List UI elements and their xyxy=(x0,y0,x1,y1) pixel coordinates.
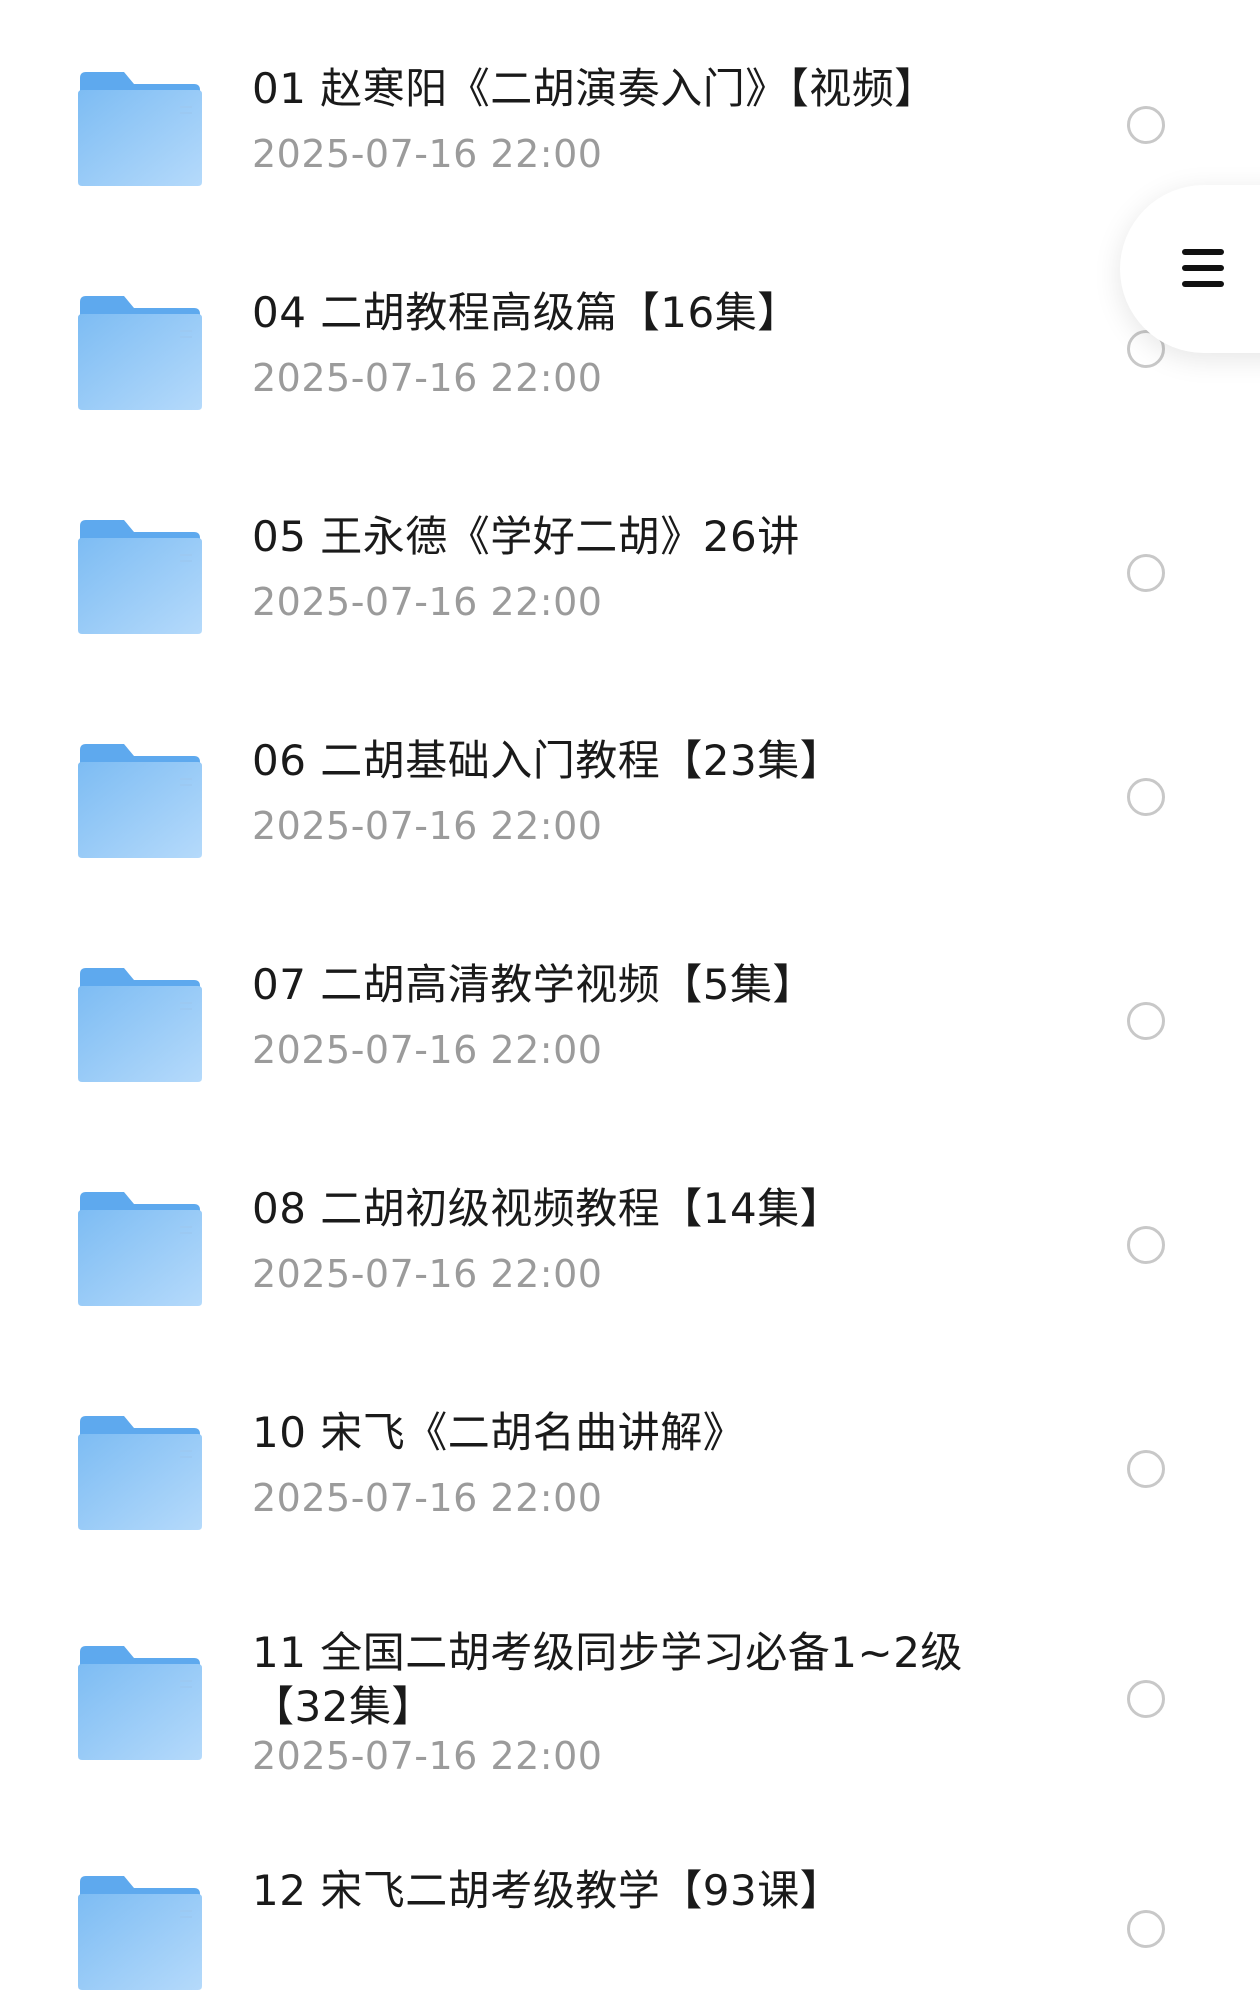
item-date: 2025-07-16 22:00 xyxy=(252,1476,603,1520)
item-title: 01 赵寒阳《二胡演奏入门》【视频】 xyxy=(252,64,937,113)
list-item[interactable]: 10 宋飞《二胡名曲讲解》 2025-07-16 22:00 xyxy=(0,1354,1260,1578)
item-date: 2025-07-16 22:00 xyxy=(252,804,603,848)
list-item[interactable]: 08 二胡初级视频教程【14集】 2025-07-16 22:00 xyxy=(0,1130,1260,1354)
select-radio[interactable] xyxy=(1127,1910,1165,1948)
select-radio[interactable] xyxy=(1127,1226,1165,1264)
folder-icon xyxy=(76,294,204,412)
list-item[interactable]: 06 二胡基础入门教程【23集】 2025-07-16 22:00 xyxy=(0,682,1260,906)
list-item[interactable]: 05 王永德《学好二胡》26讲 2025-07-16 22:00 xyxy=(0,458,1260,682)
item-date: 2025-07-16 22:00 xyxy=(252,1028,603,1072)
item-date: 2025-07-16 22:00 xyxy=(252,132,603,176)
folder-icon xyxy=(76,1644,204,1762)
list-item[interactable]: 11 全国二胡考级同步学习必备1~2级 【32集】 2025-07-16 22:… xyxy=(0,1578,1260,1838)
select-radio[interactable] xyxy=(1127,1002,1165,1040)
item-title: 04 二胡教程高级篇【16集】 xyxy=(252,288,800,337)
item-title: 12 宋飞二胡考级教学【93课】 xyxy=(252,1866,843,1915)
item-title: 10 宋飞《二胡名曲讲解》 xyxy=(252,1408,746,1457)
folder-icon xyxy=(76,518,204,636)
folder-icon xyxy=(76,742,204,860)
item-title: 06 二胡基础入门教程【23集】 xyxy=(252,736,843,785)
item-title: 05 王永德《学好二胡》26讲 xyxy=(252,512,800,561)
item-date: 2025-07-16 22:00 xyxy=(252,356,603,400)
list-item[interactable]: 01 赵寒阳《二胡演奏入门》【视频】 2025-07-16 22:00 xyxy=(0,10,1260,234)
folder-icon xyxy=(76,70,204,188)
item-date: 2025-07-16 22:00 xyxy=(252,580,603,624)
list-item[interactable]: 12 宋飞二胡考级教学【93课】 xyxy=(0,1838,1260,1990)
item-date: 2025-07-16 22:00 xyxy=(252,1252,603,1296)
item-title: 08 二胡初级视频教程【14集】 xyxy=(252,1184,843,1233)
folder-icon xyxy=(76,966,204,1084)
item-title: 07 二胡高清教学视频【5集】 xyxy=(252,960,816,1009)
folder-icon xyxy=(76,1874,204,1992)
select-radio[interactable] xyxy=(1127,106,1165,144)
list-item[interactable]: 07 二胡高清教学视频【5集】 2025-07-16 22:00 xyxy=(0,906,1260,1130)
file-list: 01 赵寒阳《二胡演奏入门》【视频】 2025-07-16 22:00 04 二… xyxy=(0,0,1260,1990)
select-radio[interactable] xyxy=(1127,778,1165,816)
folder-icon xyxy=(76,1190,204,1308)
hamburger-menu-icon xyxy=(1182,247,1226,291)
select-radio[interactable] xyxy=(1127,1450,1165,1488)
select-radio[interactable] xyxy=(1127,554,1165,592)
item-date: 2025-07-16 22:00 xyxy=(252,1734,603,1778)
list-item[interactable]: 04 二胡教程高级篇【16集】 2025-07-16 22:00 xyxy=(0,234,1260,458)
folder-icon xyxy=(76,1414,204,1532)
item-title: 11 全国二胡考级同步学习必备1~2级 【32集】 xyxy=(252,1628,963,1731)
select-radio[interactable] xyxy=(1127,1680,1165,1718)
